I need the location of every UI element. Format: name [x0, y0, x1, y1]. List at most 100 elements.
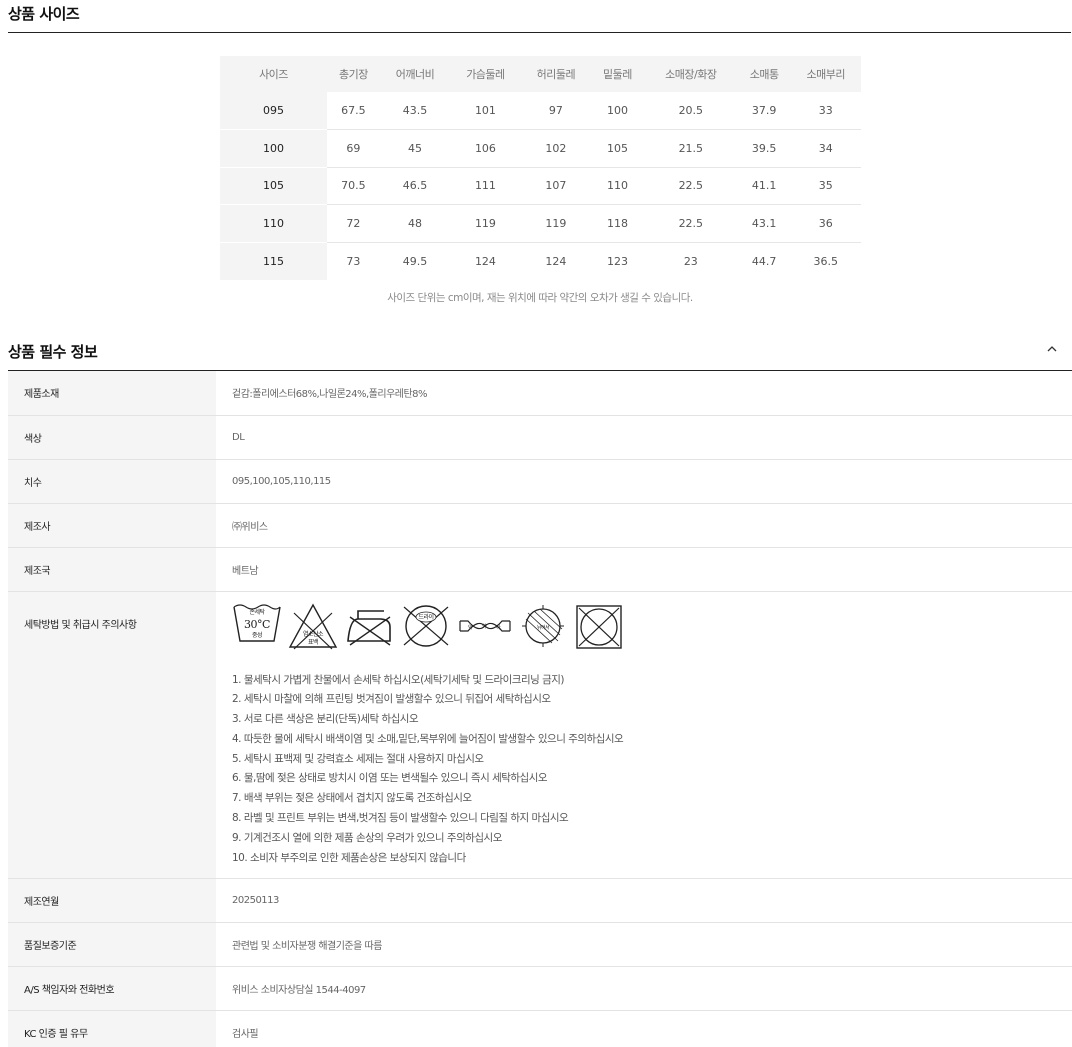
size-table-header-row: 사이즈 총기장 어깨너비 가슴둘레 허리둘레 밑둘레 소매장/화장 소매통 소매…	[220, 56, 861, 92]
care-note: 9. 기계건조시 열에 의한 제품 손상의 우려가 있으니 주의하십시오	[232, 831, 502, 844]
care-note: 4. 따듯한 물에 세탁시 배색이염 및 소매,밑단,목부위에 늘어짐이 발생할…	[232, 732, 624, 745]
hand-wash-top-label: 손세탁	[249, 608, 265, 616]
size-cell: 124	[474, 254, 496, 268]
no-tumble-dry-icon	[576, 604, 622, 649]
wring-right-label: 하	[496, 624, 501, 631]
info-row-country: 제조국 베트남	[8, 547, 1072, 592]
size-table: 사이즈 총기장 어깨너비 가슴둘레 허리둘레 밑둘레 소매장/화장 소매통 소매…	[220, 56, 861, 280]
info-section-title: 상품 필수 정보	[8, 343, 98, 361]
size-cell: 67.5	[327, 92, 380, 130]
info-value: 관련법 및 소비자분쟁 해결기준을 따름	[216, 922, 1072, 967]
size-row: 100 69 45 106 102 105 21.5 39.5 34	[220, 129, 861, 168]
hand-wash-icon: 손세탁 30°C 중성	[233, 603, 281, 642]
info-label: 치수	[8, 459, 216, 504]
size-cell: 41.1	[737, 167, 791, 205]
info-row-size: 치수 095,100,105,110,115	[8, 459, 1072, 504]
size-cell: 100	[220, 129, 327, 168]
size-cell: 43.1	[737, 204, 791, 243]
size-cell: 22.5	[643, 204, 738, 243]
size-row: 105 70.5 46.5 111 107 110 22.5 41.1 35	[220, 167, 861, 205]
size-cell: 44.7	[751, 254, 777, 268]
no-bleach-icon: 염소산소 표백	[288, 603, 338, 649]
size-cell: 97	[520, 92, 592, 130]
size-header-hem: 밑둘레	[591, 56, 644, 92]
wring-icon: 약 약 하	[459, 619, 511, 632]
size-cell: 119	[520, 204, 592, 243]
info-label: 제조사	[8, 503, 216, 548]
size-section-title: 상품 사이즈	[8, 5, 80, 23]
info-value: 20250113	[216, 878, 1072, 923]
info-label: 색상	[8, 415, 216, 460]
size-cell: 48	[379, 204, 451, 243]
size-header-cuff: 소매부리	[790, 56, 861, 92]
size-cell: 115	[220, 242, 327, 280]
care-content: 손세탁 30°C 중성 염소산소 표백 드라이 약 약 하 뉘어서 1. 물세탁…	[216, 591, 1072, 879]
info-value: 겉감:폴리에스터68%,나일론24%,폴리우레탄8%	[216, 371, 1072, 416]
dry-clean-label: 드라이	[418, 613, 433, 621]
size-cell: 69	[327, 129, 380, 168]
size-cell: 105	[220, 167, 327, 205]
size-cell: 123	[606, 254, 628, 268]
size-cell: 34	[790, 129, 861, 168]
info-row-manufacture-date: 제조연월 20250113	[8, 878, 1072, 923]
size-cell: 20.5	[643, 92, 738, 130]
care-note: 2. 세탁시 마찰에 의해 프린팅 벗겨짐이 발생할수 있으니 뒤집어 세탁하십…	[232, 693, 551, 706]
care-note: 7. 배색 부위는 젖은 상태에서 겹치지 않도록 건조하십시오	[232, 792, 472, 805]
info-value: 검사필	[216, 1010, 1072, 1047]
info-row-quality-warranty: 품질보증기준 관련법 및 소비자분쟁 해결기준을 따름	[8, 922, 1072, 967]
size-row: 095 67.5 43.5 101 97 100 20.5 37.9 33	[220, 92, 861, 130]
care-note: 1. 물세탁시 가볍게 찬물에서 손세탁 하십시오(세탁기세탁 및 드라이크리닝…	[232, 673, 565, 686]
info-value: 위비스 소비자상담실 1544-4097	[216, 966, 1072, 1011]
size-cell: 102	[520, 129, 592, 168]
size-cell: 110	[220, 204, 327, 243]
care-note: 5. 세탁시 표백제 및 강력효소 세제는 절대 사용하지 마십시오	[232, 752, 484, 765]
size-header-size: 사이즈	[220, 56, 327, 92]
info-label: 세탁방법 및 취급시 주의사항	[8, 591, 216, 879]
size-cell: 46.5	[379, 167, 451, 205]
shade-dry-icon: 뉘어서	[522, 604, 564, 647]
size-row: 115 73 49.5 124 124 123 23 44.7 36.5	[220, 242, 861, 280]
care-note: 10. 소비자 부주의로 인한 제품손상은 보상되지 않습니다	[232, 851, 466, 864]
size-cell: 37.9	[737, 92, 791, 130]
size-cell: 124	[545, 254, 567, 268]
size-header-sleeve-length: 소매장/화장	[643, 56, 738, 92]
care-note: 8. 라벨 및 프린트 부위는 변색,벗겨짐 등이 발생할수 있으니 다림질 하…	[232, 812, 569, 825]
size-cell: 72	[327, 204, 380, 243]
size-header-total-length: 총기장	[327, 56, 380, 92]
size-unit-note: 사이즈 단위는 cm이며, 재는 위치에 따라 약간의 오차가 생길 수 있습니…	[387, 292, 693, 304]
size-cell: 43.5	[379, 92, 451, 130]
info-value: 베트남	[216, 547, 1072, 592]
care-note: 6. 물,땀에 젖은 상태로 방치시 이염 또는 변색될수 있으니 즉시 세탁하…	[232, 772, 548, 785]
chevron-up-icon[interactable]	[1044, 341, 1060, 357]
size-cell: 105	[591, 129, 644, 168]
size-cell: 095	[220, 92, 327, 130]
bleach-top-label: 염소산소	[303, 630, 324, 638]
hand-wash-temp-label: 30°C	[244, 618, 270, 631]
info-label: 제조국	[8, 547, 216, 592]
size-cell: 106	[450, 129, 521, 168]
hand-wash-bottom-label: 중성	[252, 631, 262, 639]
size-cell: 39.5	[737, 129, 791, 168]
size-cell: 22.5	[643, 167, 738, 205]
info-row-manufacturer: 제조사 ㈜위비스	[8, 503, 1072, 548]
size-header-shoulder: 어깨너비	[379, 56, 451, 92]
info-row-care: 세탁방법 및 취급시 주의사항 손세탁 30°C 중성 염소산소 표백 드라이 …	[8, 591, 1072, 879]
size-cell: 119	[450, 204, 521, 243]
size-cell: 118	[591, 204, 644, 243]
size-cell: 110	[591, 167, 644, 205]
bleach-bottom-label: 표백	[308, 638, 318, 646]
info-row-material: 제품소재 겉감:폴리에스터68%,나일론24%,폴리우레탄8%	[8, 371, 1072, 416]
size-cell: 21.5	[643, 129, 738, 168]
size-section-divider	[8, 32, 1071, 33]
size-header-waist: 허리둘레	[520, 56, 592, 92]
info-value: 095,100,105,110,115	[216, 459, 1072, 504]
info-value: DL	[216, 415, 1072, 460]
size-cell: 36	[790, 204, 861, 243]
size-cell: 45	[379, 129, 451, 168]
size-cell: 36.5	[813, 254, 839, 268]
info-row-color: 색상 DL	[8, 415, 1072, 460]
size-cell: 73	[346, 254, 361, 268]
size-row: 110 72 48 119 119 118 22.5 43.1 36	[220, 204, 861, 243]
no-dry-clean-icon: 드라이	[403, 604, 449, 647]
info-table: 제품소재 겉감:폴리에스터68%,나일론24%,폴리우레탄8% 색상 DL 치수…	[8, 371, 1072, 1047]
